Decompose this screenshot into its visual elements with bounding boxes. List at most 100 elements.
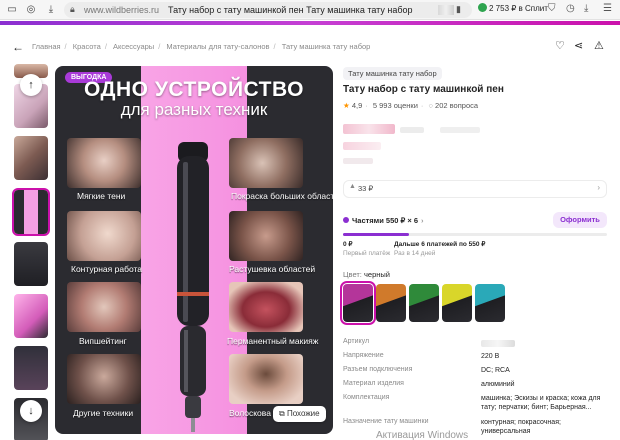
brand-link[interactable]: Тату машинка тату набор (343, 67, 442, 80)
breadcrumb-item[interactable]: Материалы для тату-салонов (166, 42, 269, 51)
page-tab-title: Тату набор с тату машинкой пен Тату маши… (168, 5, 413, 15)
reviews-count[interactable]: 5 993 оценки (373, 101, 418, 110)
share-icon[interactable]: ⋖ (574, 39, 583, 52)
thumbnail[interactable] (14, 346, 48, 390)
technique-label: Растушевка областей (229, 264, 316, 274)
spec-value: алюминий (481, 381, 515, 388)
browser-toolbar: ▭ ◎ ⤓ 🔒︎ www.wildberries.ru Тату набор с… (0, 0, 620, 20)
similar-products-button[interactable]: ⧉ Похожие (273, 406, 326, 422)
color-swatch[interactable] (376, 284, 406, 322)
technique-label: Контурная работа (71, 264, 143, 274)
questions-icon: ◌ (428, 101, 433, 110)
report-icon[interactable]: ⚠︎ (594, 39, 604, 52)
first-payment-caption: Первый платёж (343, 250, 391, 257)
color-label: Цвет: черный (343, 270, 390, 279)
thumbs-down-arrow-icon[interactable]: ↓ (20, 400, 42, 422)
technique-label: Перманентный макияж (227, 336, 319, 346)
address-bar[interactable]: 🔒︎ www.wildberries.ru Тату набор с тату … (64, 2, 472, 18)
color-swatch[interactable] (409, 284, 439, 322)
thumbnail-strip: ↑ ↓ (12, 64, 50, 440)
spec-key: Артикул (343, 338, 370, 345)
download-icon[interactable]: ⤓ (45, 4, 57, 16)
clock-icon[interactable]: ◷ (566, 3, 575, 14)
spec-key: Напряжение (343, 352, 384, 359)
promo-subheadline: для разных техник (120, 100, 268, 119)
installments-progress (343, 233, 607, 236)
next-payments-caption: Раз в 14 дней (394, 250, 436, 257)
color-swatch[interactable] (442, 284, 472, 322)
back-arrow-icon[interactable]: ← (12, 40, 24, 54)
redacted-text (440, 127, 480, 133)
redacted-text (343, 142, 381, 150)
split-price-text: 2 753 ₽ в Сплит (489, 4, 548, 13)
similar-label: Похожие (286, 409, 320, 418)
tattoo-pen-machine-image (177, 142, 209, 432)
technique-label: Покраска больших областей (231, 191, 333, 201)
color-swatch[interactable] (475, 284, 505, 322)
rating-value: 4,9 (351, 101, 363, 110)
technique-image (67, 354, 141, 404)
selected-color-value: черный (363, 270, 390, 279)
spec-key: Комплектация (343, 394, 390, 401)
technique-image (67, 138, 141, 188)
order-installments-button[interactable]: Оформить (553, 212, 607, 228)
lock-icon[interactable]: 🔒︎ (70, 4, 75, 15)
technique-image (229, 354, 303, 404)
breadcrumb-item[interactable]: Тату машинка тату набор (282, 42, 371, 51)
breadcrumb-item[interactable]: Красота (73, 42, 101, 51)
coupon-text: 33 ₽ (358, 184, 374, 193)
split-logo-icon (478, 3, 487, 12)
rating-row[interactable]: ★ 4,9 · 5 993 оценки · ◌ 202 вопроса (343, 101, 478, 110)
os-activation-watermark: Активация Windows (376, 430, 469, 440)
technique-image (229, 211, 303, 261)
technique-label: Другие техники (73, 408, 134, 418)
technique-image (67, 282, 141, 332)
first-payment: 0 ₽ Первый платёж (343, 240, 390, 257)
redacted-area (438, 5, 454, 15)
first-payment-value: 0 ₽ (343, 241, 353, 248)
thumbs-up-arrow-icon[interactable]: ↑ (20, 74, 42, 96)
site-accent-bar (0, 21, 620, 25)
breadcrumb-item[interactable]: Аксессуары (113, 42, 154, 51)
installments-label[interactable]: Частями 550 ₽ × 6 › (343, 216, 424, 225)
promo-headline: ОДНО УСТРОЙСТВО (84, 78, 304, 101)
redacted-text (400, 127, 424, 133)
installments-progress-fill (343, 233, 409, 236)
url-text: www.wildberries.ru (84, 5, 160, 15)
questions-count[interactable]: 202 вопроса (435, 101, 478, 110)
favorite-heart-icon[interactable]: ♡ (555, 39, 565, 52)
spec-value: контурная; покрасочная; универсальная (481, 419, 561, 435)
technique-label: Волоскова (229, 408, 271, 418)
similar-icon: ⧉ (279, 409, 287, 418)
product-title: Тату набор с тату машинкой пен (343, 84, 504, 95)
download-arrow-icon[interactable]: ⤓ (584, 3, 588, 14)
spec-key: Назначение тату машинки (343, 418, 429, 425)
technique-image (67, 211, 141, 261)
spec-key: Разъем подключения (343, 366, 413, 373)
thumbnail[interactable] (14, 136, 48, 180)
breadcrumb: Главная / Красота / Аксессуары / Материалы … (32, 42, 371, 51)
main-product-image[interactable]: ВЫГОДКА ОДНО УСТРОЙСТВО для разных техни… (55, 66, 333, 434)
thumbnail[interactable] (14, 294, 48, 338)
coupon-row[interactable]: ▲ 33 ₽ › (343, 180, 607, 198)
redacted-article (481, 340, 515, 347)
next-payments: Дальше 6 платежей по 550 ₽ Раз в 14 дней (394, 240, 485, 257)
account-icon[interactable]: ◎ (25, 4, 37, 16)
spec-value: машинка; Эскизы и краска; кожа для тату;… (481, 395, 601, 411)
split-price-badge[interactable]: 2 753 ₽ в Сплит (478, 3, 548, 17)
installments-row: Частями 550 ₽ × 6 › Оформить (343, 212, 607, 232)
spec-value: DC; RCA (481, 367, 510, 374)
star-icon: ★ (343, 101, 350, 110)
menu-icon[interactable]: ☰ (603, 3, 612, 14)
bookmark-icon[interactable]: ▮ (456, 4, 461, 15)
thumbnail[interactable] (14, 242, 48, 286)
bookmarks-icon[interactable]: ▭ (6, 4, 18, 16)
coupon-icon: ▲ (349, 183, 356, 190)
shield-icon[interactable]: ⛉ (548, 3, 556, 14)
redacted-text (343, 158, 373, 164)
breadcrumb-item[interactable]: Главная (32, 42, 61, 51)
technique-label: Мягкие тени (77, 191, 126, 201)
installments-icon (343, 217, 349, 223)
thumbnail-selected[interactable] (12, 188, 50, 236)
color-swatch-selected[interactable] (340, 281, 376, 325)
